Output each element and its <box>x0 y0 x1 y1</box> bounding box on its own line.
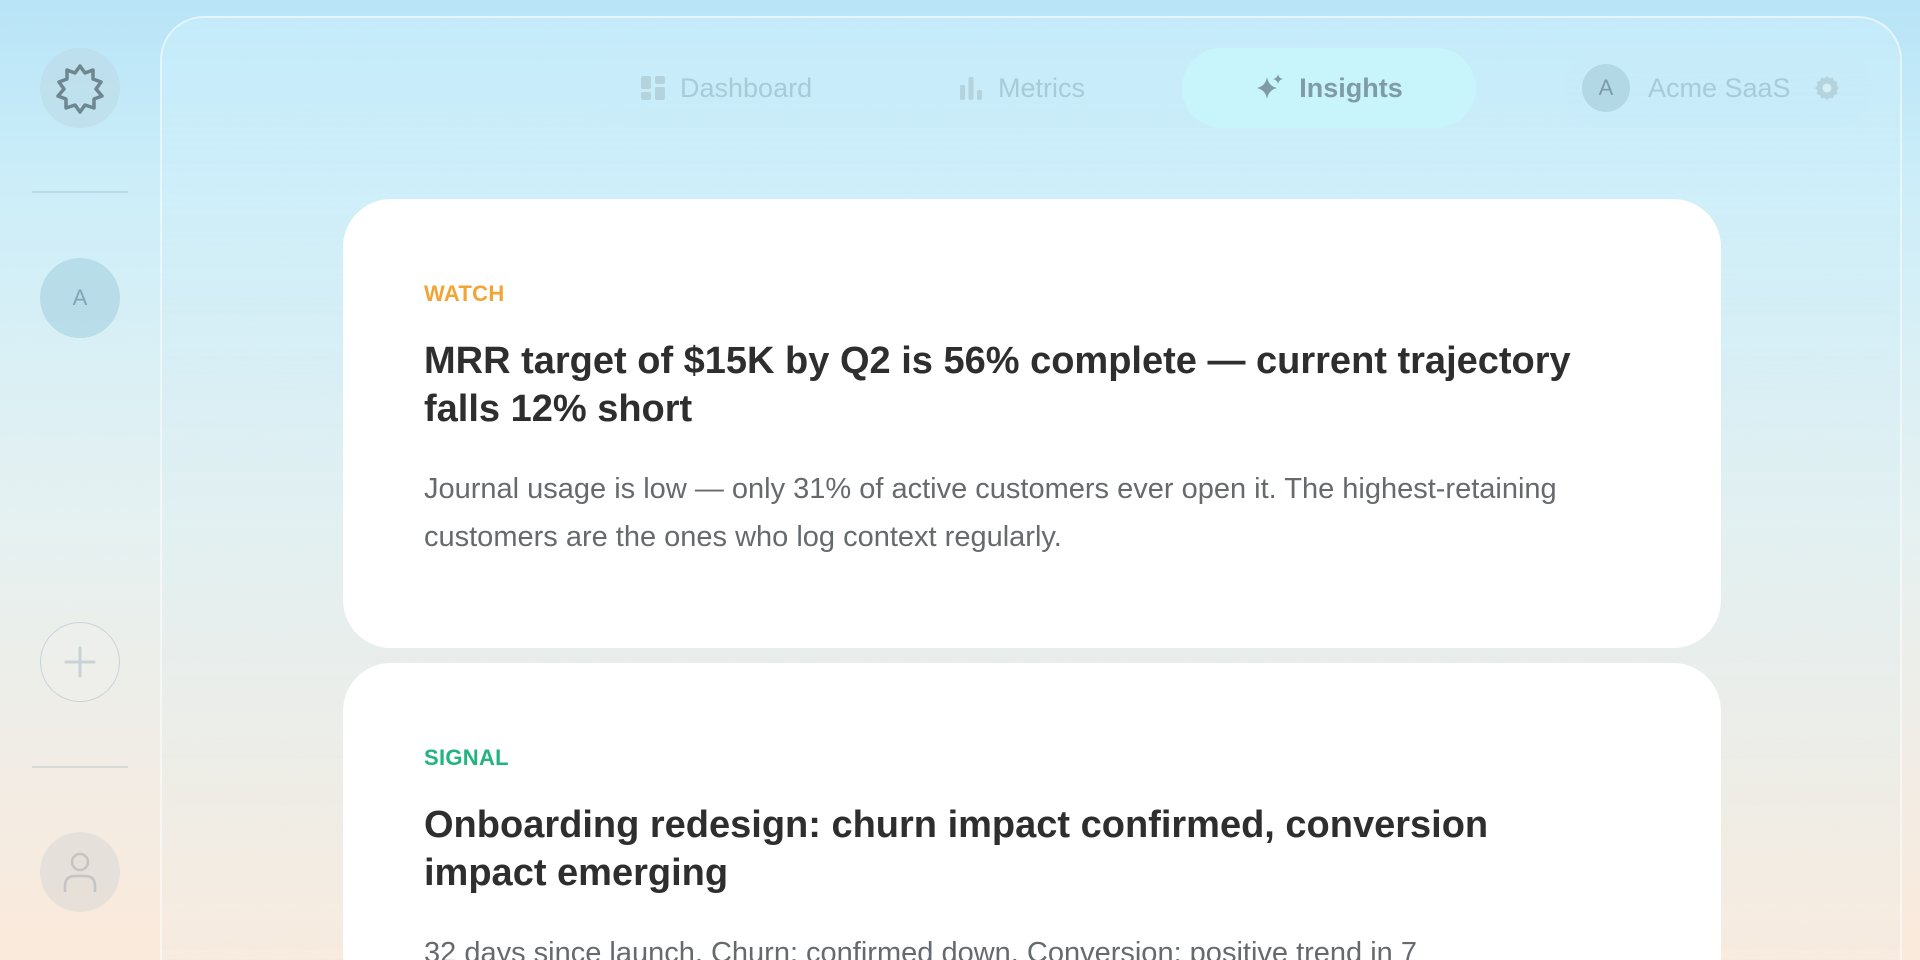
plus-icon <box>64 646 96 678</box>
insight-tag: SIGNAL <box>424 745 509 770</box>
org-avatar-letter: A <box>1598 75 1614 100</box>
insight-body: 32 days since launch. Churn: confirmed d… <box>424 937 1417 960</box>
insight-body: Journal usage is low — only 31% of activ… <box>424 473 1557 553</box>
grid-icon <box>641 76 665 100</box>
tab-insights-label: Insights <box>1299 72 1403 103</box>
workspace-avatar[interactable]: A <box>40 258 120 338</box>
add-workspace-button[interactable] <box>40 622 120 702</box>
org-avatar: A <box>1582 64 1630 112</box>
insight-title: Onboarding redesign: churn impact confir… <box>424 804 1489 894</box>
insight-tag: WATCH <box>424 281 505 306</box>
insight-card[interactable]: SIGNAL Onboarding redesign: churn impact… <box>343 663 1721 960</box>
tab-dashboard-label: Dashboard <box>680 72 813 103</box>
logo-icon <box>56 64 104 114</box>
tab-metrics[interactable]: Metrics <box>958 48 1085 128</box>
gear-icon[interactable] <box>1813 74 1841 102</box>
sparkles-icon <box>1257 74 1284 99</box>
rail-divider <box>32 766 128 768</box>
insight-card[interactable]: WATCH MRR target of $15K by Q2 is 56% co… <box>343 199 1721 648</box>
workspace-avatar-letter: A <box>72 285 88 310</box>
user-icon <box>63 852 97 892</box>
org-switcher[interactable]: A Acme SaaS <box>1564 48 1872 128</box>
app-logo[interactable] <box>40 48 120 128</box>
tab-metrics-label: Metrics <box>998 72 1085 103</box>
user-profile-button[interactable] <box>40 832 120 912</box>
top-nav-tabs: Dashboard Metrics Insights <box>592 48 1476 128</box>
rail-divider <box>32 191 128 193</box>
insight-title: MRR target of $15K by Q2 is 56% complete… <box>424 340 1571 430</box>
org-name: Acme SaaS <box>1648 72 1791 103</box>
bar-chart-icon <box>960 77 982 100</box>
tab-dashboard[interactable]: Dashboard <box>640 48 812 128</box>
left-rail: A <box>0 0 160 960</box>
tab-insights[interactable]: Insights <box>1182 48 1476 128</box>
